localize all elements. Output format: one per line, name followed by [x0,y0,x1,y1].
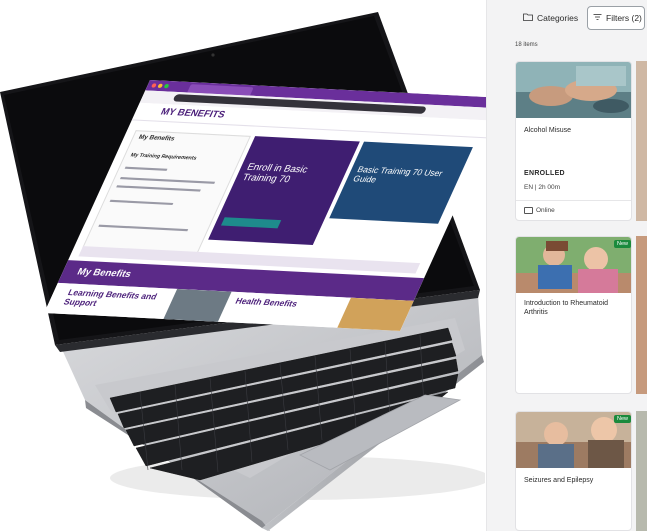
filters-label: Filters (2) [606,13,642,23]
delivery-label: Online [536,207,555,214]
monitor-icon [524,207,533,214]
course-card[interactable]: Alcohol Misuse ENROLLED EN | 2h 00m Onli… [515,61,632,221]
course-thumbnail [516,62,631,118]
next-card-edge [636,411,647,531]
close-dot-icon [150,83,157,88]
new-badge: New [613,240,631,248]
course-thumbnail: New [516,237,631,293]
course-meta: EN | 2h 00m [524,184,560,191]
text-line [124,166,168,171]
course-card[interactable]: New Seizures and Epilepsy [515,411,632,531]
catalog-panel: Categories Filters (2) 18 items Alcohol … [486,0,647,531]
enroll-card-button [220,217,282,229]
next-card-edge [636,61,647,221]
course-duration: 2h 00m [538,184,561,191]
course-title: Alcohol Misuse [524,127,572,134]
next-card-edge [636,236,647,394]
text-line [119,177,216,184]
new-badge: New [613,415,631,423]
categories-button[interactable]: Categories [513,6,581,30]
enrollment-status: ENROLLED [524,170,565,177]
maximize-dot-icon [163,83,170,89]
text-line [116,185,201,192]
course-title: Seizures and Epilepsy [524,477,594,484]
results-count: 18 items [515,42,538,48]
text-line [109,199,174,206]
course-card[interactable]: New Introduction to Rheumatoid Arthritis [515,236,632,394]
course-thumbnail: New [516,412,631,468]
filter-icon [593,13,602,23]
screen-section-title: My Benefits [137,134,176,143]
folder-icon [523,13,533,23]
laptop-mockup-image: MY BENEFITS My Benefits My Training Requ… [0,0,506,531]
course-title: Introduction to Rheumatoid Arthritis [524,300,609,316]
user-guide-card-title: Basic Training 70 User Guide [351,164,445,185]
enroll-card-title: Enroll in Basic Training 70 [240,161,310,185]
filters-button[interactable]: Filters (2) [587,6,645,30]
course-language: EN [524,184,534,191]
screen-left-subtitle: My Training Requirements [129,152,198,162]
delivery-mode: Online [524,207,555,214]
text-line [98,224,189,232]
categories-label: Categories [537,13,579,23]
benefits-band-title: My Benefits [75,266,134,280]
minimize-dot-icon [157,83,164,88]
card-divider [516,200,631,201]
